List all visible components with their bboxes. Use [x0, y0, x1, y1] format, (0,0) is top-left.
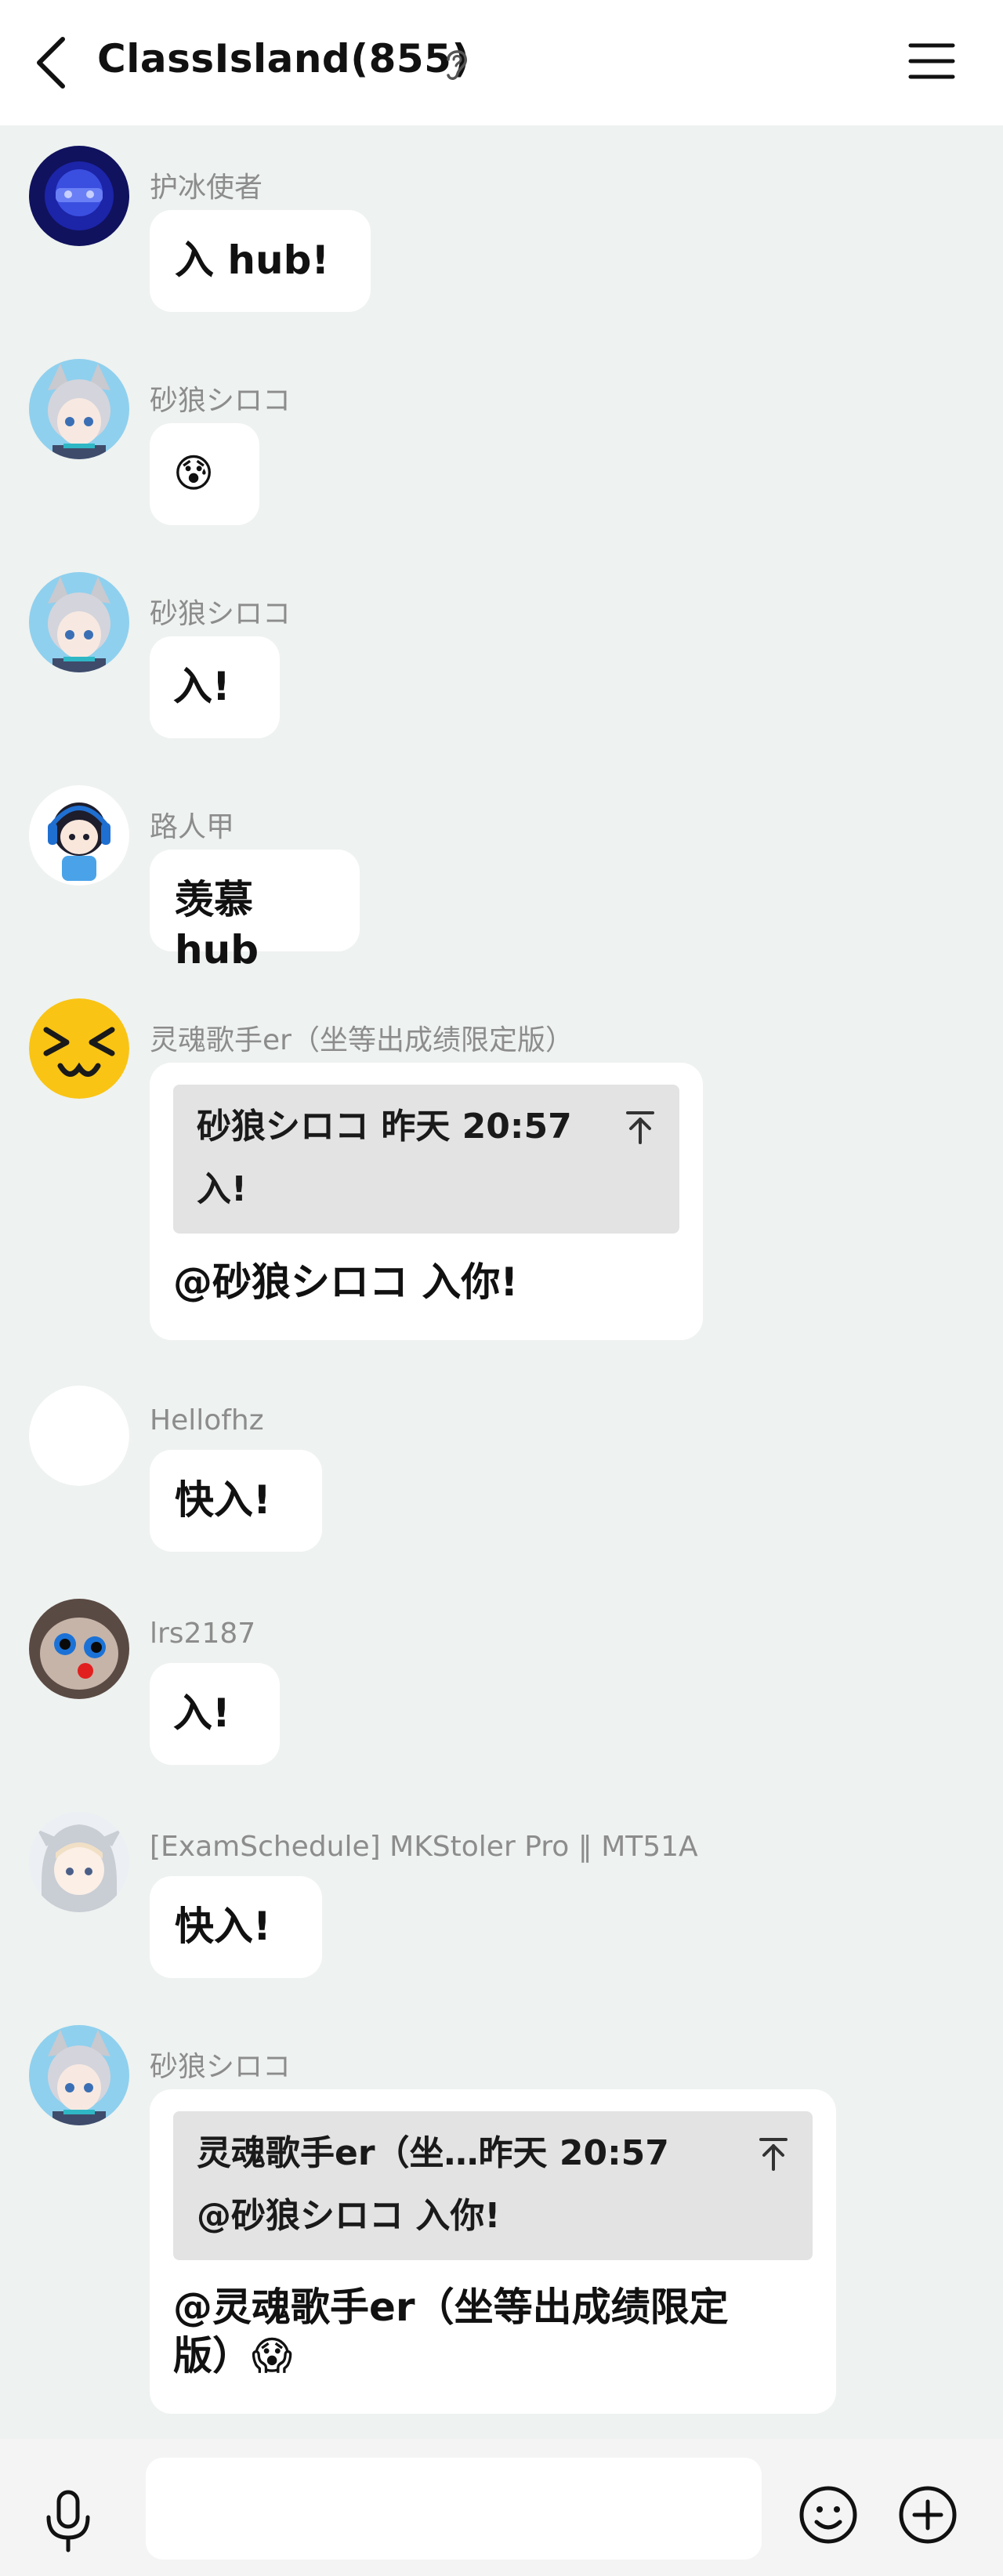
back-chevron-icon[interactable]	[31, 34, 72, 91]
message-item: 路人甲 羡慕hub	[0, 784, 1003, 980]
message-text: 快入!	[175, 1477, 271, 1523]
message-item: 砂狼シロコ 入!	[0, 571, 1003, 766]
quote-header: 灵魂歌手er（坐…昨天 20:57	[197, 2133, 669, 2173]
white-hood-avatar-icon	[29, 1812, 129, 1912]
quoted-message[interactable]: 灵魂歌手er（坐…昨天 20:57 @砂狼シロコ 入你!	[173, 2111, 813, 2260]
blank-white-avatar-icon	[29, 1386, 129, 1486]
sender-name: lrs2187	[150, 1618, 256, 1650]
sender-name: 路人甲	[150, 811, 235, 843]
chat-title[interactable]: ClassIsland(855)	[97, 36, 470, 82]
message-text: 入!	[173, 1690, 230, 1736]
plus-circle-icon[interactable]	[897, 2484, 958, 2545]
message-item: 砂狼シロコ 😰	[0, 357, 1003, 553]
avatar[interactable]	[29, 998, 129, 1099]
message-text: 😰	[173, 451, 215, 496]
avatar[interactable]	[29, 146, 129, 246]
message-bubble[interactable]: 灵魂歌手er（坐…昨天 20:57 @砂狼シロコ 入你! @灵魂歌手er（坐等出…	[150, 2089, 836, 2414]
message-text-line-2: 版）😱	[173, 2333, 293, 2379]
message-text: 羡慕hub	[175, 877, 259, 973]
quote-body: 入!	[197, 1169, 248, 1209]
message-item: [ExamSchedule] MKStoler Pro ‖ MT51A 快入!	[0, 1810, 1003, 2006]
message-bubble[interactable]: 快入!	[150, 1876, 322, 1978]
message-bubble[interactable]: 入!	[150, 1663, 280, 1765]
message-bubble[interactable]: 砂狼シロコ 昨天 20:57 入! @砂狼シロコ 入你!	[150, 1063, 703, 1340]
message-list[interactable]: 护冰使者 入 hub! 砂狼シロコ 😰 砂狼シロコ 入! 路人甲 羡慕hub 灵…	[0, 125, 1003, 2439]
quote-body: @砂狼シロコ 入你!	[197, 2196, 501, 2236]
message-bubble[interactable]: 入 hub!	[150, 210, 371, 312]
chat-header: ClassIsland(855)	[0, 0, 1003, 125]
cartoon-face-avatar-icon	[29, 1599, 129, 1699]
ear-icon[interactable]	[440, 44, 472, 83]
message-item: 灵魂歌手er（坐等出成绩限定版） 砂狼シロコ 昨天 20:57 入! @砂狼シロ…	[0, 997, 1003, 1340]
jump-to-quote-icon[interactable]	[625, 1110, 656, 1144]
input-bar	[0, 2439, 1003, 2576]
hamburger-menu-icon[interactable]	[907, 38, 956, 85]
avatar[interactable]	[29, 1599, 129, 1699]
smiley-icon[interactable]	[798, 2484, 859, 2545]
anime-girl-avatar-icon	[29, 2025, 129, 2125]
message-bubble[interactable]: 😰	[150, 423, 259, 525]
message-input[interactable]	[146, 2458, 762, 2560]
sender-name: 砂狼シロコ	[150, 385, 291, 417]
quoted-message[interactable]: 砂狼シロコ 昨天 20:57 入!	[173, 1085, 679, 1234]
message-bubble[interactable]: 羡慕hub	[150, 850, 360, 973]
message-bubble[interactable]: 入!	[150, 636, 280, 738]
sender-name: 砂狼シロコ	[150, 2051, 291, 2083]
message-text-line-1: @灵魂歌手er（坐等出成绩限定	[173, 2284, 729, 2330]
avatar[interactable]	[29, 2025, 129, 2125]
quote-header: 砂狼シロコ 昨天 20:57	[197, 1107, 572, 1147]
avatar[interactable]	[29, 359, 129, 459]
message-item: Hellofhz 快入!	[0, 1384, 1003, 1580]
anime-girl-avatar-icon	[29, 359, 129, 459]
anime-girl-avatar-icon	[29, 572, 129, 672]
sender-name: 灵魂歌手er（坐等出成绩限定版）	[150, 1024, 574, 1056]
message-text: 入!	[173, 664, 230, 709]
message-item: 砂狼シロコ 灵魂歌手er（坐…昨天 20:57 @砂狼シロコ 入你! @灵魂歌手…	[0, 2023, 1003, 2431]
dark-blue-avatar-icon	[29, 146, 129, 246]
sender-name: Hellofhz	[150, 1404, 264, 1437]
jump-to-quote-icon[interactable]	[758, 2136, 789, 2171]
message-item: lrs2187 入!	[0, 1597, 1003, 1793]
avatar[interactable]	[29, 1386, 129, 1486]
avatar[interactable]	[29, 1812, 129, 1912]
sender-name: [ExamSchedule] MKStoler Pro ‖ MT51A	[150, 1831, 698, 1863]
squint-face-avatar-icon	[29, 998, 129, 1099]
sender-name: 护冰使者	[150, 172, 263, 204]
avatar[interactable]	[29, 785, 129, 886]
message-item: 护冰使者 入 hub!	[0, 144, 1003, 340]
avatar[interactable]	[29, 572, 129, 672]
message-text: @砂狼シロコ 入你!	[173, 1259, 519, 1305]
message-text: 入 hub!	[175, 237, 330, 283]
sender-name: 砂狼シロコ	[150, 598, 291, 630]
message-bubble[interactable]: 快入!	[150, 1450, 322, 1552]
message-text: 快入!	[175, 1904, 271, 1949]
microphone-icon[interactable]	[41, 2487, 96, 2553]
blue-headphone-avatar-icon	[29, 785, 129, 886]
